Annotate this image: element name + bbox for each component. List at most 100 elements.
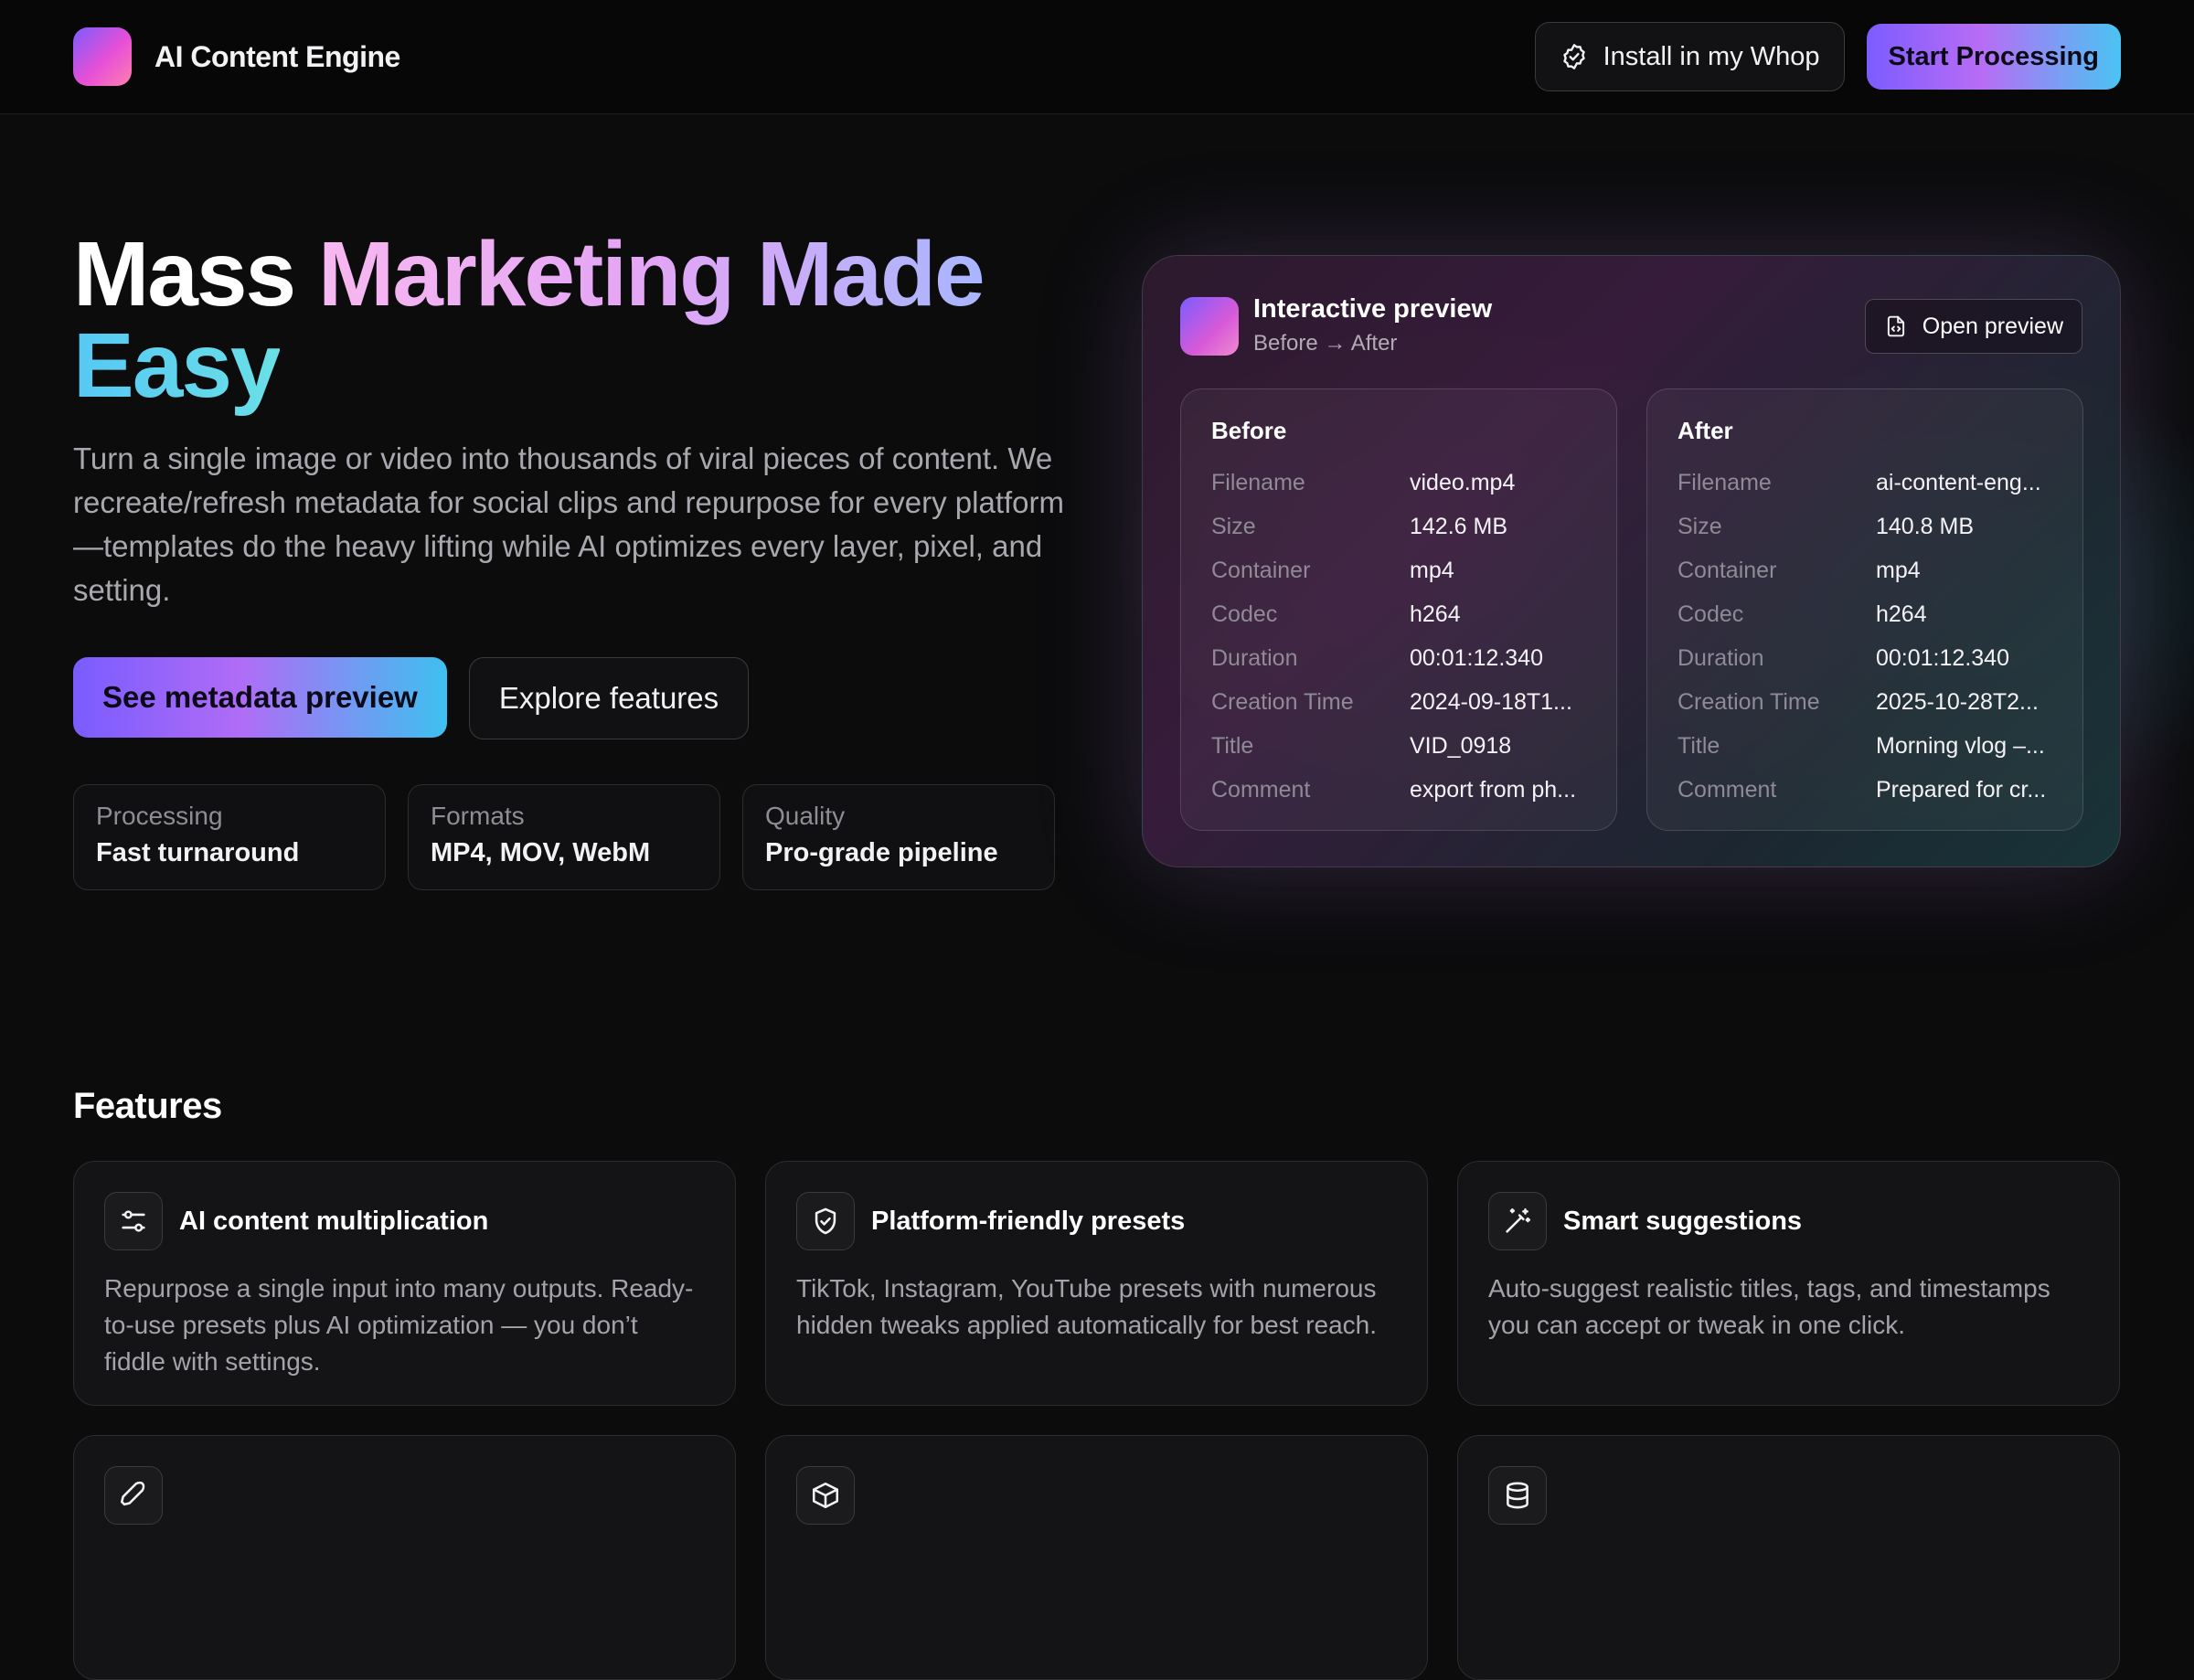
meta-row: Container mp4 — [1211, 548, 1586, 592]
preview-title: Interactive preview — [1253, 294, 1493, 324]
feature-card-6 — [1457, 1435, 2120, 1680]
meta-key: Title — [1677, 732, 1720, 759]
meta-key: Container — [1211, 557, 1311, 583]
feature-description: Repurpose a single input into many outpu… — [104, 1274, 694, 1376]
meta-value: ai-content-eng... — [1876, 469, 2041, 495]
meta-value: 140.8 MB — [1876, 513, 1975, 539]
start-processing-button[interactable]: Start Processing — [1866, 24, 2121, 90]
stat-value: Fast turnaround — [96, 838, 300, 867]
meta-key: Codec — [1211, 601, 1278, 627]
hero-title-part1: Mass — [73, 223, 318, 325]
meta-value: export from ph... — [1410, 776, 1577, 803]
meta-row: Filename video.mp4 — [1211, 461, 1586, 505]
meta-key: Size — [1211, 513, 1256, 539]
open-preview-label: Open preview — [1922, 313, 2063, 339]
before-heading: Before — [1211, 417, 1287, 444]
meta-key: Size — [1677, 513, 1722, 539]
stat-processing: Processing Fast turnaround — [73, 784, 386, 890]
meta-key: Title — [1211, 732, 1254, 759]
stat-label: Processing — [96, 802, 223, 830]
stat-quality: Quality Pro-grade pipeline — [742, 784, 1055, 890]
meta-value: 2024-09-18T1... — [1410, 688, 1572, 715]
hero-title-part3: Easy — [73, 314, 282, 417]
meta-key: Codec — [1677, 601, 1744, 627]
stat-value: MP4, MOV, WebM — [431, 838, 651, 867]
feature-name: Smart suggestions — [1563, 1206, 1803, 1236]
shield-check-icon — [796, 1192, 855, 1250]
brand-name[interactable]: AI Content Engine — [154, 40, 400, 74]
features-heading: Features — [73, 1086, 222, 1126]
hero-subtitle: Turn a single image or video into thousa… — [73, 441, 1065, 607]
feature-card-suggestions: Smart suggestions Auto-suggest realistic… — [1457, 1161, 2120, 1406]
feature-head: Smart suggestions — [1488, 1192, 2089, 1250]
hero-title: Mass Marketing Made Easy — [73, 229, 1079, 411]
meta-value: 00:01:12.340 — [1876, 644, 2009, 671]
meta-row: Comment Prepared for cr... — [1677, 768, 2052, 812]
meta-row: Title Morning vlog –... — [1677, 724, 2052, 768]
hero-title-part2: Marketing Made — [317, 223, 985, 325]
feature-description: Auto-suggest realistic titles, tags, and… — [1488, 1274, 2050, 1339]
meta-value: 00:01:12.340 — [1410, 644, 1543, 671]
meta-row: Duration 00:01:12.340 — [1211, 636, 1586, 680]
meta-row: Container mp4 — [1677, 548, 2052, 592]
see-metadata-preview-button[interactable]: See metadata preview — [73, 657, 447, 738]
feature-head: AI content multiplication — [104, 1192, 705, 1250]
meta-row: Filename ai-content-eng... — [1677, 461, 2052, 505]
meta-value: Prepared for cr... — [1876, 776, 2047, 803]
meta-key: Creation Time — [1677, 688, 1820, 715]
feature-name: AI content multiplication — [179, 1206, 489, 1236]
feature-head — [104, 1466, 705, 1525]
feature-card-multiplication: AI content multiplication Repurpose a si… — [73, 1161, 736, 1406]
after-heading: After — [1677, 417, 1733, 444]
meta-value: 142.6 MB — [1410, 513, 1508, 539]
install-label: Install in my Whop — [1603, 41, 1820, 71]
meta-row: Creation Time 2024-09-18T1... — [1211, 680, 1586, 724]
meta-value: h264 — [1876, 601, 1927, 627]
app-logo[interactable] — [73, 27, 132, 86]
feature-description: TikTok, Instagram, YouTube presets with … — [796, 1274, 1378, 1339]
meta-key: Duration — [1211, 644, 1298, 671]
feature-card-4 — [73, 1435, 736, 1680]
stat-value: Pro-grade pipeline — [765, 838, 998, 867]
meta-row: Size 142.6 MB — [1211, 505, 1586, 548]
meta-value: Morning vlog –... — [1876, 732, 2045, 759]
stat-label: Quality — [765, 802, 846, 830]
meta-key: Comment — [1677, 776, 1777, 803]
meta-row: Comment export from ph... — [1211, 768, 1586, 812]
stats-row: Processing Fast turnaround Formats MP4, … — [73, 784, 1055, 890]
preview-subtitle: Before → After — [1253, 331, 1398, 356]
top-nav: AI Content Engine Install in my Whop Sta… — [0, 0, 2194, 114]
after-metadata-panel: After Filename ai-content-eng... Size 140.… — [1646, 388, 2083, 831]
meta-value: VID_0918 — [1410, 732, 1512, 759]
meta-value: video.mp4 — [1410, 469, 1516, 495]
open-preview-button[interactable]: Open preview — [1864, 299, 2082, 354]
feature-head: Platform-friendly presets — [796, 1192, 1397, 1250]
meta-key: Creation Time — [1211, 688, 1354, 715]
meta-key: Comment — [1211, 776, 1311, 803]
feature-name: Platform-friendly presets — [871, 1206, 1186, 1236]
box-icon — [796, 1466, 855, 1525]
file-code-icon — [1887, 315, 1904, 337]
meta-key: Filename — [1211, 469, 1305, 495]
preview-app-icon — [1180, 297, 1239, 356]
explore-features-button[interactable]: Explore features — [468, 657, 750, 739]
feature-card-presets: Platform-friendly presets TikTok, Instag… — [765, 1161, 1428, 1406]
header-actions: Install in my Whop Start Processing — [1534, 22, 2121, 91]
meta-value: 2025-10-28T2... — [1876, 688, 2039, 715]
rocket-icon — [104, 1466, 163, 1525]
interactive-preview-card: Interactive preview Before → After Open … — [1142, 255, 2121, 867]
install-button[interactable]: Install in my Whop — [1534, 22, 1845, 91]
meta-row: Codec h264 — [1677, 592, 2052, 636]
feature-head — [1488, 1466, 2089, 1525]
meta-row: Title VID_0918 — [1211, 724, 1586, 768]
meta-key: Container — [1677, 557, 1777, 583]
meta-row: Duration 00:01:12.340 — [1677, 636, 2052, 680]
meta-key: Duration — [1677, 644, 1764, 671]
meta-key: Filename — [1677, 469, 1772, 495]
feature-card-5 — [765, 1435, 1428, 1680]
stat-label: Formats — [431, 802, 525, 830]
meta-row: Codec h264 — [1211, 592, 1586, 636]
magic-wand-icon — [1488, 1192, 1547, 1250]
meta-value: h264 — [1410, 601, 1461, 627]
meta-row: Creation Time 2025-10-28T2... — [1677, 680, 2052, 724]
